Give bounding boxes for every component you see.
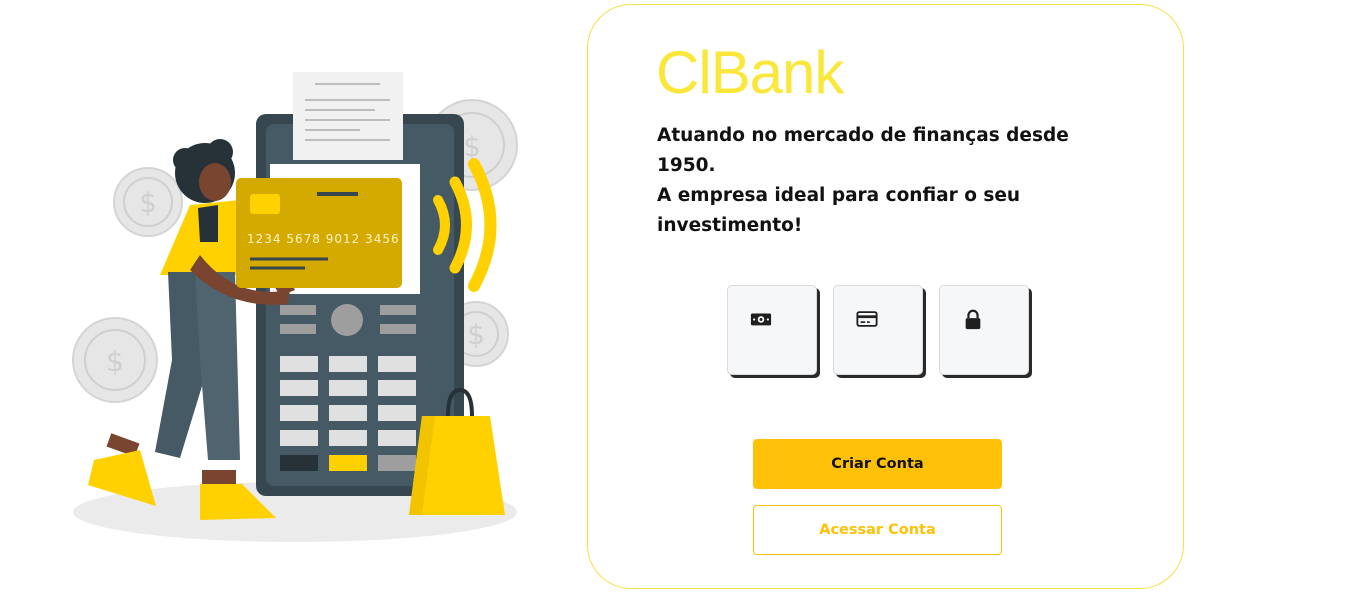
card-number: 1234 5678 9012 3456 bbox=[247, 232, 400, 246]
svg-text:$: $ bbox=[106, 345, 124, 378]
feature-row bbox=[727, 285, 1029, 375]
svg-text:$: $ bbox=[463, 130, 481, 163]
payment-illustration: $ $ $ $ 1234 5678 9012 3456 bbox=[72, 72, 518, 542]
feature-money[interactable] bbox=[727, 285, 817, 375]
receipt bbox=[293, 72, 403, 160]
lock-icon bbox=[965, 309, 981, 330]
tagline: Atuando no mercado de finanças desde 195… bbox=[657, 121, 1097, 241]
credit-card-icon bbox=[856, 311, 878, 327]
credit-card-illustration: 1234 5678 9012 3456 bbox=[236, 178, 402, 288]
create-account-button[interactable]: Criar Conta bbox=[753, 439, 1002, 489]
feature-security[interactable] bbox=[939, 285, 1029, 375]
svg-text:$: $ bbox=[139, 186, 157, 219]
money-icon bbox=[750, 313, 772, 326]
access-account-button[interactable]: Acessar Conta bbox=[753, 505, 1002, 555]
welcome-panel: ClBank Atuando no mercado de finanças de… bbox=[587, 4, 1184, 589]
tagline-line: Atuando no mercado de finanças desde 195… bbox=[657, 125, 1069, 176]
tagline-line: A empresa ideal para confiar o seu bbox=[657, 185, 1021, 206]
svg-text:$: $ bbox=[467, 318, 485, 351]
feature-credit-card[interactable] bbox=[833, 285, 923, 375]
brand-logo: ClBank bbox=[656, 39, 844, 106]
tagline-line: investimento! bbox=[657, 215, 803, 236]
